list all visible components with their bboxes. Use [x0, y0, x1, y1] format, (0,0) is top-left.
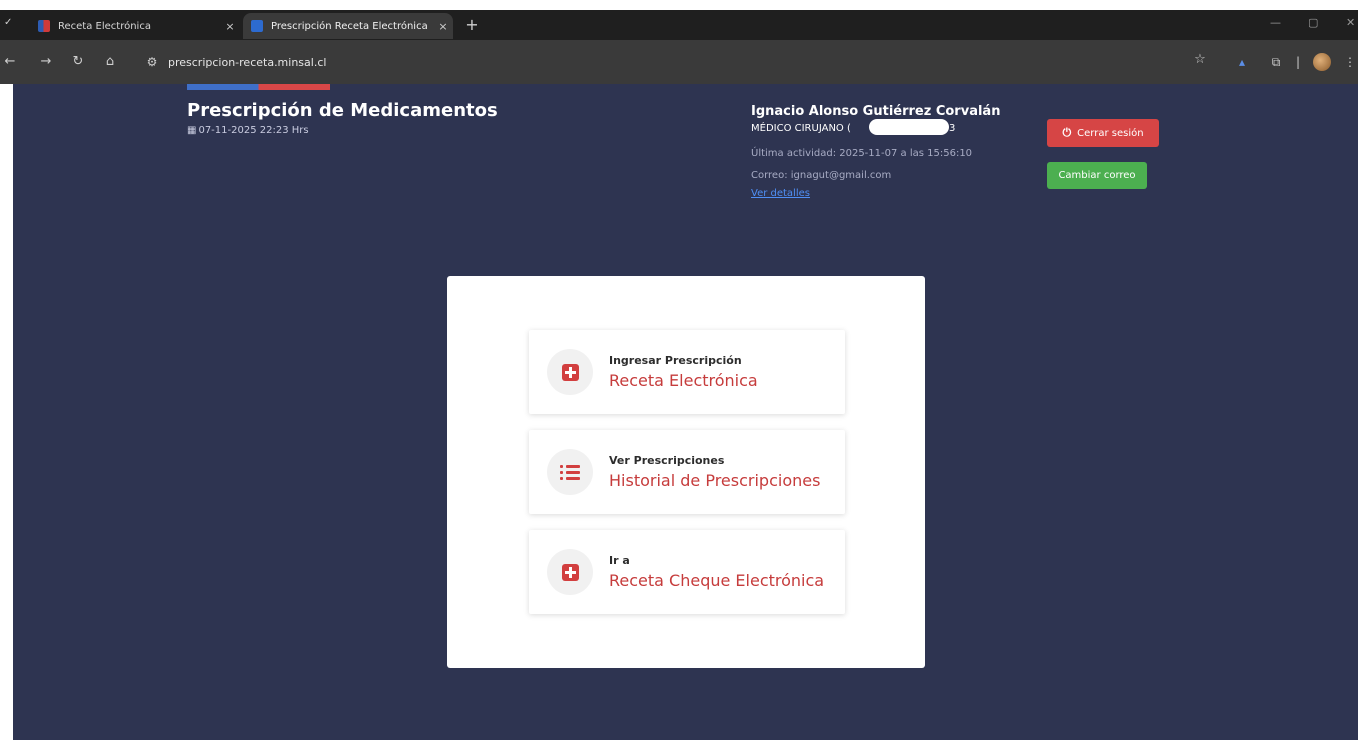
last-activity: Última actividad: 2025-11-07 a las 15:56… — [751, 148, 973, 159]
option-subtitle: Ir a — [609, 554, 630, 567]
option-title: Receta Cheque Electrónica — [609, 571, 825, 590]
date-text: 07-11-2025 22:23 Hrs — [198, 125, 309, 136]
tab-label: Receta Electrónica — [58, 20, 151, 32]
option-ver-prescripciones[interactable]: Ver Prescripciones Historial de Prescrip… — [529, 430, 845, 514]
address-bar[interactable]: ⚙ prescripcion-receta.minsal.cl — [140, 48, 1180, 76]
extensions-puzzle-icon[interactable]: ⧉ — [1266, 52, 1286, 72]
url-text: prescripcion-receta.minsal.cl — [168, 55, 327, 69]
logout-button[interactable]: ⏻ Cerrar sesión — [1047, 119, 1159, 147]
page-content: Prescripción de Medicamentos ▦ 07-11-2025… — [13, 84, 1358, 740]
plus-square-icon — [561, 363, 579, 381]
icon-circle — [547, 349, 593, 395]
chile-flag-icon — [38, 20, 50, 32]
minimize-icon[interactable]: — — [1270, 16, 1281, 29]
options-card: Ingresar Prescripción Receta Electrónica… — [447, 276, 925, 668]
close-tab-icon[interactable]: × — [433, 20, 453, 33]
plus-square-icon — [561, 563, 579, 581]
page-date: ▦ 07-11-2025 22:23 Hrs — [187, 125, 309, 136]
reload-icon[interactable]: ↻ — [68, 52, 88, 72]
change-email-button[interactable]: Cambiar correo — [1047, 162, 1147, 189]
back-arrow-icon[interactable]: ← — [0, 52, 20, 72]
option-title: Receta Electrónica — [609, 371, 758, 390]
user-name: Ignacio Alonso Gutiérrez Corvalán — [751, 104, 1001, 119]
tab-strip: ✓ Receta Electrónica × Prescripción Rece… — [0, 10, 1358, 40]
tab-search-icon[interactable]: ✓ — [4, 17, 18, 28]
user-role: MÉDICO CIRUJANO ( — [751, 123, 851, 134]
icon-circle — [547, 449, 593, 495]
forward-arrow-icon[interactable]: → — [36, 52, 56, 72]
option-subtitle: Ver Prescripciones — [609, 454, 725, 467]
list-icon — [560, 464, 580, 480]
power-icon: ⏻ — [1062, 126, 1072, 139]
tab-receta-electronica[interactable]: Receta Electrónica × — [30, 13, 240, 39]
calendar-icon: ▦ — [187, 125, 197, 136]
icon-circle — [547, 549, 593, 595]
home-icon[interactable]: ⌂ — [100, 52, 120, 72]
details-link[interactable]: Ver detalles — [751, 188, 810, 199]
user-email: Correo: ignagut@gmail.com — [751, 170, 892, 181]
extension-icon[interactable]: ▴ — [1232, 52, 1252, 72]
profile-avatar[interactable] — [1313, 53, 1331, 71]
tab-label: Prescripción Receta Electrónica — [271, 20, 428, 32]
option-subtitle: Ingresar Prescripción — [609, 354, 742, 367]
site-settings-icon[interactable]: ⚙ — [140, 55, 164, 69]
new-tab-button[interactable]: + — [462, 15, 482, 35]
option-title: Historial de Prescripciones — [609, 471, 821, 490]
browser-toolbar: ← → ↻ ⌂ ⚙ prescripcion-receta.minsal.cl … — [0, 40, 1358, 84]
close-window-icon[interactable]: ✕ — [1346, 16, 1355, 29]
bookmark-star-icon[interactable]: ☆ — [1190, 52, 1210, 67]
menu-kebab-icon[interactable]: ⋮ — [1340, 52, 1358, 72]
close-tab-icon[interactable]: × — [220, 20, 240, 33]
logout-label: Cerrar sesión — [1077, 127, 1144, 139]
browser-window: ✓ Receta Electrónica × Prescripción Rece… — [0, 0, 1358, 742]
page-title: Prescripción de Medicamentos — [187, 100, 498, 121]
tab-prescripcion[interactable]: Prescripción Receta Electrónica × — [243, 13, 453, 39]
flag-color-bar — [187, 84, 330, 90]
user-role-suffix: 3 — [949, 123, 956, 134]
document-icon — [251, 20, 263, 32]
divider: | — [1295, 55, 1301, 69]
option-receta-cheque[interactable]: Ir a Receta Cheque Electrónica — [529, 530, 845, 614]
redaction-mark — [869, 119, 949, 135]
option-ingresar-prescripcion[interactable]: Ingresar Prescripción Receta Electrónica — [529, 330, 845, 414]
maximize-icon[interactable]: ▢ — [1308, 16, 1318, 29]
